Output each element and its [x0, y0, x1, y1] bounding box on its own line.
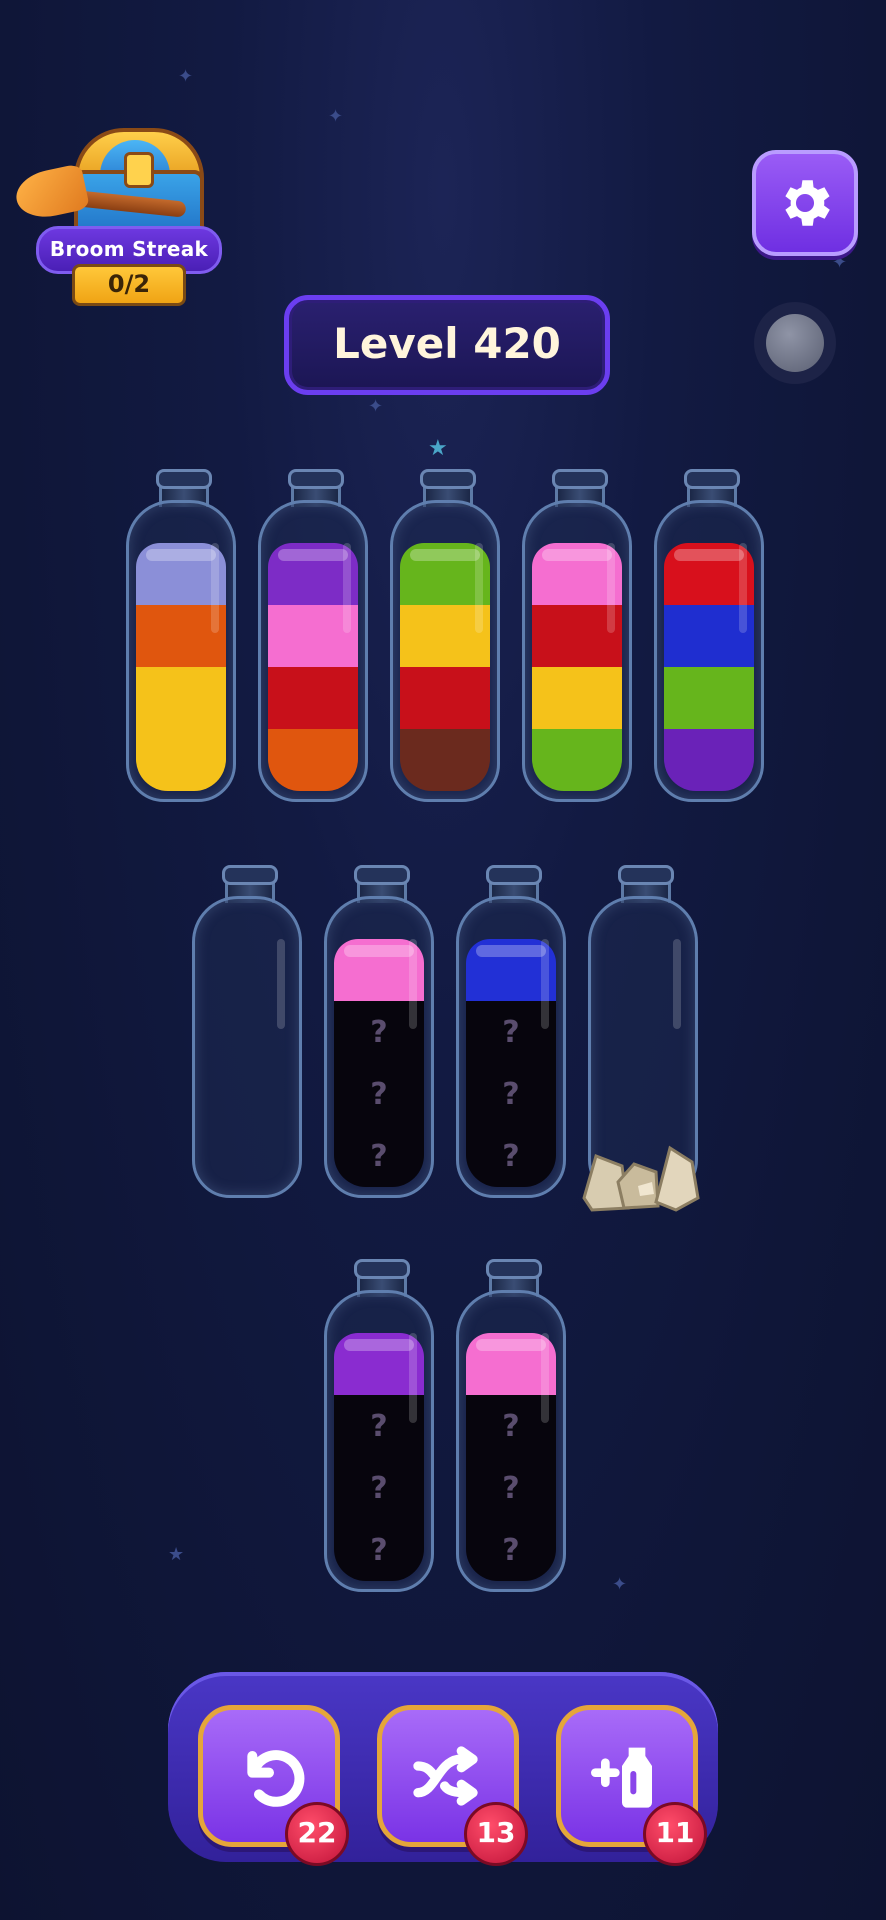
glass-shine — [475, 543, 483, 633]
rock-obstacle-icon — [582, 1145, 700, 1212]
add-tube-button[interactable]: 11 — [556, 1705, 707, 1866]
star-decoration: ★ — [428, 436, 448, 461]
broom-streak[interactable]: Broom Streak 0/2 — [11, 118, 222, 306]
liquid-layer — [400, 729, 490, 791]
record-icon — [766, 314, 824, 372]
streak-count: 0/2 — [72, 264, 186, 306]
bottle-4[interactable] — [522, 469, 632, 802]
undo-button[interactable]: 22 — [198, 1705, 349, 1866]
bottle-glass: ??? — [456, 896, 566, 1198]
hidden-layer: ? — [334, 1063, 424, 1125]
glass-shine — [343, 543, 351, 633]
star-decoration: ✦ — [612, 1574, 628, 1595]
hidden-layer: ? — [334, 1457, 424, 1519]
liquid-layer — [664, 729, 754, 791]
star-decoration: ✦ — [328, 106, 344, 127]
star-decoration: ✦ — [368, 396, 384, 417]
bottle-3[interactable] — [390, 469, 500, 802]
shuffle-count-badge: 13 — [464, 1802, 528, 1866]
bottle-glass — [126, 500, 236, 802]
glass-shine — [409, 939, 417, 1029]
bottle-glass — [390, 500, 500, 802]
glass-shine — [277, 939, 285, 1029]
bottle-10[interactable]: ??? — [324, 1259, 434, 1592]
hidden-layer: ? — [466, 1457, 556, 1519]
shuffle-button[interactable]: 13 — [377, 1705, 528, 1866]
level-title: Level 420 — [284, 295, 610, 395]
glass-shine — [409, 1333, 417, 1423]
undo-count-badge: 22 — [285, 1802, 349, 1866]
gear-icon — [785, 180, 830, 226]
hidden-layer: ? — [334, 1125, 424, 1187]
glass-shine — [673, 939, 681, 1029]
lock-icon — [124, 152, 154, 188]
shuffle-icon — [413, 1746, 478, 1806]
glass-shine — [541, 1333, 549, 1423]
glass-shine — [211, 543, 219, 633]
bottle-7[interactable]: ??? — [324, 865, 434, 1198]
glass-shine — [541, 939, 549, 1029]
bottle-8[interactable]: ??? — [456, 865, 566, 1198]
glass-shine — [739, 543, 747, 633]
add-tube-count-badge: 11 — [643, 1802, 707, 1866]
bottle-glass — [522, 500, 632, 802]
bottle-11[interactable]: ??? — [456, 1259, 566, 1592]
bottle-glass — [258, 500, 368, 802]
bottle-glass — [192, 896, 302, 1198]
liquid-layer — [136, 667, 226, 729]
liquid-layer — [532, 729, 622, 791]
glass-shine — [607, 543, 615, 633]
hidden-layer: ? — [466, 1063, 556, 1125]
undo-icon — [247, 1750, 305, 1807]
add-tube-icon — [591, 1747, 652, 1808]
hidden-layer: ? — [466, 1125, 556, 1187]
liquid-layer — [400, 667, 490, 729]
star-decoration: ★ — [168, 1544, 185, 1565]
hidden-layer: ? — [334, 1519, 424, 1581]
bottle-2[interactable] — [258, 469, 368, 802]
bottle-6[interactable] — [192, 865, 302, 1198]
liquid-layer — [136, 729, 226, 791]
bottle-5[interactable] — [654, 469, 764, 802]
bottle-glass — [654, 500, 764, 802]
liquid-layer — [268, 729, 358, 791]
bottle-1[interactable] — [126, 469, 236, 802]
star-decoration: ✦ — [178, 66, 194, 87]
bottle-glass: ??? — [456, 1290, 566, 1592]
record-button[interactable] — [754, 302, 836, 384]
liquid-layer — [664, 667, 754, 729]
hidden-layer: ? — [466, 1519, 556, 1581]
liquid-layer — [268, 667, 358, 729]
bottle-glass: ??? — [324, 1290, 434, 1592]
bottle-glass: ??? — [324, 896, 434, 1198]
settings-button[interactable] — [752, 150, 858, 256]
liquid-layer — [532, 667, 622, 729]
